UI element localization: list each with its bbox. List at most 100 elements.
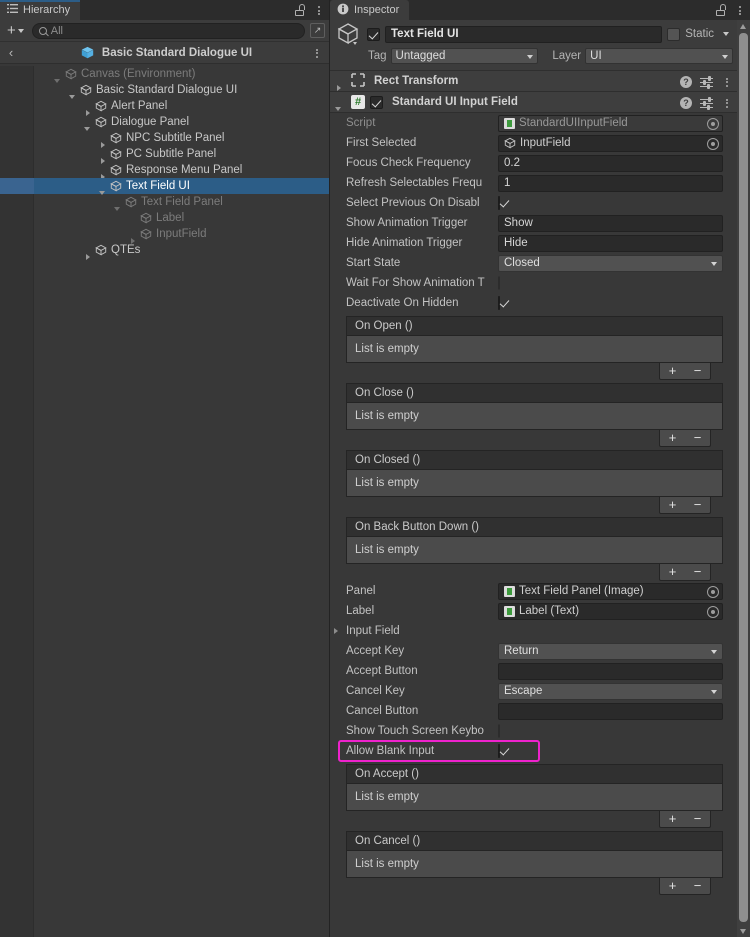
component-header-rect-transform[interactable]: Rect Transform ?: [330, 71, 737, 92]
inspector-panel: Inspector Text Field UI Static Tag Untag…: [330, 0, 750, 937]
events-top-group: On Open () List is empty + − On Close () List…: [330, 316, 737, 581]
hierarchy-item[interactable]: Alert Panel: [0, 98, 329, 116]
hierarchy-item[interactable]: QTEs: [0, 242, 329, 260]
event-remove-button[interactable]: −: [694, 364, 702, 377]
script-icon: #: [351, 95, 365, 109]
event-title: On Back Button Down (): [355, 521, 479, 533]
tag-dropdown[interactable]: Untagged: [390, 48, 539, 64]
help-icon[interactable]: ?: [680, 75, 692, 88]
object-field-value: InputField: [520, 137, 571, 149]
event-list-body[interactable]: List is empty: [346, 402, 723, 430]
search-expand-icon[interactable]: [310, 23, 325, 38]
lock-icon[interactable]: [295, 4, 306, 16]
event-list-body[interactable]: List is empty: [346, 783, 723, 811]
dropdown-field[interactable]: Closed: [498, 254, 723, 272]
object-picker-icon[interactable]: [707, 586, 719, 598]
object-field[interactable]: InputField: [498, 134, 723, 152]
event-add-button[interactable]: +: [669, 431, 677, 444]
gameobject-cube-icon: [110, 148, 123, 161]
hierarchy-menu-icon[interactable]: [313, 3, 325, 17]
breadcrumb-back-button[interactable]: ‹: [0, 45, 22, 60]
static-checkbox[interactable]: [667, 27, 681, 41]
inspector-scrollbar[interactable]: [737, 20, 750, 937]
text-input[interactable]: 1: [498, 174, 723, 192]
property-checkbox[interactable]: [498, 724, 500, 738]
foldout-icon[interactable]: [334, 628, 338, 634]
object-field[interactable]: Label (Text): [498, 602, 723, 620]
hierarchy-item[interactable]: Text Field UI: [0, 178, 329, 195]
object-field[interactable]: [498, 662, 723, 680]
event-list-body[interactable]: List is empty: [346, 469, 723, 497]
layer-dropdown[interactable]: UI: [585, 48, 733, 64]
event-add-button[interactable]: +: [669, 812, 677, 825]
gameobject-icon[interactable]: [336, 21, 362, 47]
lock-icon[interactable]: [716, 4, 727, 16]
hierarchy-item[interactable]: Text Field Panel: [0, 194, 329, 211]
preset-icon[interactable]: [700, 75, 713, 89]
tab-inspector-label: Inspector: [354, 4, 400, 16]
component-menu-icon[interactable]: [721, 75, 733, 89]
info-icon: [337, 3, 349, 18]
scroll-up-icon[interactable]: [737, 20, 750, 31]
property-checkbox[interactable]: [498, 276, 500, 290]
hierarchy-item-label: Label: [156, 212, 185, 224]
event-list-body[interactable]: List is empty: [346, 335, 723, 363]
dropdown-field[interactable]: Return: [498, 642, 723, 660]
preset-icon[interactable]: [700, 96, 713, 110]
search-input[interactable]: All: [31, 22, 305, 39]
hierarchy-item[interactable]: Basic Standard Dialogue UI: [0, 82, 329, 99]
hierarchy-item[interactable]: PC Subtitle Panel: [0, 146, 329, 164]
component-header-standard-ui-input-field[interactable]: # Standard UI Input Field ?: [330, 92, 737, 113]
prefab-cube-icon: [81, 46, 94, 59]
tab-hierarchy[interactable]: Hierarchy: [0, 0, 81, 20]
hierarchy-item[interactable]: NPC Subtitle Panel: [0, 130, 329, 148]
event-add-button[interactable]: +: [669, 364, 677, 377]
object-field[interactable]: [498, 702, 723, 720]
event-remove-button[interactable]: −: [694, 498, 702, 511]
event-add-button[interactable]: +: [669, 498, 677, 511]
component-enabled-checkbox[interactable]: [370, 95, 383, 109]
property-label: Allow Blank Input: [346, 745, 435, 757]
event-remove-button[interactable]: −: [694, 565, 702, 578]
scroll-down-icon[interactable]: [737, 926, 750, 937]
event-remove-button[interactable]: −: [694, 431, 702, 444]
unity-event-block: On Closed () List is empty + −: [346, 450, 723, 514]
add-gameobject-button[interactable]: +: [4, 23, 27, 38]
object-picker-icon[interactable]: [707, 606, 719, 618]
property-checkbox[interactable]: [498, 296, 500, 310]
text-input[interactable]: Show: [498, 214, 723, 232]
event-add-button[interactable]: +: [669, 565, 677, 578]
breadcrumb-menu-icon[interactable]: [311, 46, 323, 60]
text-input[interactable]: Hide: [498, 234, 723, 252]
hierarchy-item[interactable]: InputField: [0, 226, 329, 244]
object-field[interactable]: StandardUIInputField: [498, 114, 723, 132]
gameobject-name-value: Text Field UI: [391, 28, 459, 40]
hierarchy-item[interactable]: Response Menu Panel: [0, 162, 329, 180]
tab-inspector[interactable]: Inspector: [330, 0, 410, 20]
inspector-menu-icon[interactable]: [734, 3, 746, 17]
component-menu-icon[interactable]: [721, 96, 733, 110]
event-list-body[interactable]: List is empty: [346, 850, 723, 878]
event-title: On Close (): [355, 387, 414, 399]
help-icon[interactable]: ?: [680, 96, 692, 109]
scrollbar-thumb[interactable]: [739, 33, 748, 922]
dropdown-field[interactable]: Escape: [498, 682, 723, 700]
hierarchy-item[interactable]: Dialogue Panel: [0, 114, 329, 131]
inspector-tabbar: Inspector: [330, 0, 750, 20]
event-add-button[interactable]: +: [669, 879, 677, 892]
object-field[interactable]: Text Field Panel (Image): [498, 582, 723, 600]
gameobject-enabled-checkbox[interactable]: [367, 27, 380, 41]
property-checkbox[interactable]: [498, 196, 500, 210]
object-picker-icon[interactable]: [707, 118, 719, 130]
property-checkbox[interactable]: [498, 744, 500, 758]
text-input[interactable]: 0.2: [498, 154, 723, 172]
gameobject-name-input[interactable]: Text Field UI: [385, 25, 663, 43]
static-dropdown-icon[interactable]: [723, 32, 729, 36]
event-list-body[interactable]: List is empty: [346, 536, 723, 564]
hierarchy-item[interactable]: Canvas (Environment): [0, 66, 329, 83]
object-picker-icon[interactable]: [707, 138, 719, 150]
event-remove-button[interactable]: −: [694, 879, 702, 892]
event-remove-button[interactable]: −: [694, 812, 702, 825]
hierarchy-item[interactable]: Label: [0, 210, 329, 226]
event-title-bar: On Close (): [346, 383, 723, 402]
